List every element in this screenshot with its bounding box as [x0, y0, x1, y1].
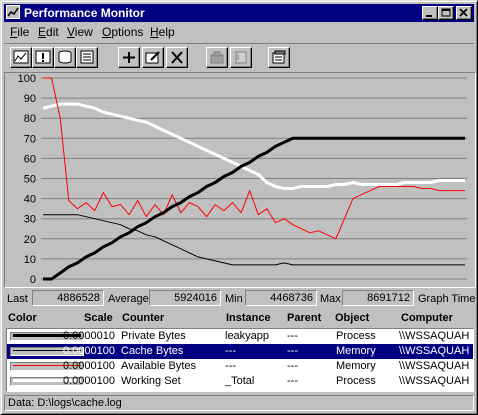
row-parent: --- — [287, 330, 298, 342]
row-instance: --- — [225, 360, 236, 372]
y-tick-label: 10 — [24, 254, 36, 266]
menu-view[interactable]: View — [67, 25, 93, 39]
y-tick-label: 80 — [24, 113, 36, 125]
options-icon — [272, 50, 286, 64]
y-tick-label: 90 — [24, 93, 36, 105]
update-now-icon — [210, 51, 224, 64]
legend-row[interactable]: 0.0000100 Available Bytes --- --- Memory… — [7, 359, 473, 374]
y-tick-label: 40 — [24, 194, 36, 206]
legend-header-scale: Scale — [84, 312, 113, 324]
legend-list[interactable]: 0.0000010 Private Bytes leakyapp --- Pro… — [6, 328, 474, 392]
statistics-bar: Last 4886528 Average 5924016 Min 4468736… — [4, 289, 476, 309]
menu-file[interactable]: File — [10, 25, 29, 39]
performance-chart: 1009080706050403020100 — [18, 73, 467, 286]
performance-monitor-window: Performance Monitor File Edit View Optio… — [0, 0, 478, 415]
y-tick-label: 30 — [24, 214, 36, 226]
menu-help[interactable]: Help — [150, 25, 175, 39]
max-label: Max — [320, 293, 341, 305]
row-computer: \\WSSAQUAH — [399, 360, 470, 372]
average-value: 5924016 — [149, 290, 221, 306]
row-parent: --- — [287, 360, 298, 372]
report-view-button[interactable] — [76, 47, 98, 68]
delete-counter-button[interactable] — [166, 47, 188, 68]
row-counter: Cache Bytes — [121, 345, 184, 357]
delete-counter-icon — [171, 51, 183, 64]
add-counter-button[interactable] — [118, 47, 140, 68]
log-view-icon — [58, 50, 72, 64]
row-parent: --- — [287, 375, 298, 387]
window-title: Performance Monitor — [24, 6, 145, 20]
last-label: Last — [7, 293, 28, 305]
max-value: 8691712 — [342, 290, 414, 306]
row-instance: leakyapp — [225, 330, 270, 342]
alert-view-button[interactable] — [32, 47, 54, 68]
chart-area: 100 90 80 70 60 50 40 30 20 10 0 — [4, 72, 476, 288]
y-tick-label: 20 — [24, 234, 36, 246]
y-tick-label: 60 — [24, 153, 36, 165]
legend-header-parent: Parent — [287, 312, 322, 324]
row-computer: \\WSSAQUAH — [399, 330, 470, 342]
legend-row[interactable]: 0.0000100 Cache Bytes --- --- Memory \\W… — [7, 344, 473, 359]
row-instance: --- — [225, 345, 236, 357]
average-label: Average — [108, 293, 149, 305]
y-tick-label: 50 — [24, 174, 36, 186]
legend-row[interactable]: 0.0000100 Working Set _Total --- Process… — [7, 374, 473, 389]
chart-view-button[interactable] — [10, 47, 32, 68]
row-object: Memory — [336, 345, 376, 357]
row-scale: 0.0000100 — [63, 375, 115, 387]
log-view-button[interactable] — [54, 47, 76, 68]
y-tick-label: 0 — [30, 274, 36, 286]
chart-view-icon — [13, 50, 29, 64]
row-object: Memory — [336, 360, 376, 372]
row-counter: Available Bytes — [121, 360, 197, 372]
status-text: Data: D:\logs\cache.log — [8, 397, 122, 409]
edit-counter-button[interactable] — [142, 47, 164, 68]
row-scale: 0.0000010 — [63, 330, 115, 342]
legend-header-instance: Instance — [226, 312, 271, 324]
row-scale: 0.0000100 — [63, 345, 115, 357]
alert-view-icon — [35, 50, 51, 64]
legend-header-color: Color — [8, 312, 37, 324]
menu-edit[interactable]: Edit — [38, 25, 59, 39]
update-now-button[interactable] — [206, 47, 228, 68]
menu-options[interactable]: Options — [102, 25, 143, 39]
row-object: Process — [336, 330, 376, 342]
minimize-button[interactable] — [422, 6, 438, 20]
row-scale: 0.0000100 — [63, 360, 115, 372]
row-counter: Working Set — [121, 375, 181, 387]
graph-time-label: Graph Time — [418, 293, 476, 305]
y-tick-label: 100 — [18, 73, 36, 85]
add-counter-icon — [123, 52, 135, 63]
status-bar: Data: D:\logs\cache.log — [4, 395, 474, 411]
report-view-icon — [80, 50, 94, 64]
y-tick-label: 70 — [24, 133, 36, 145]
options-button[interactable] — [268, 47, 290, 68]
row-computer: \\WSSAQUAH — [399, 345, 470, 357]
menu-bar: File Edit View Options Help — [4, 23, 474, 41]
legend-header-counter: Counter — [122, 312, 165, 324]
bookmark-icon — [235, 51, 247, 64]
min-value: 4468736 — [245, 290, 317, 306]
row-parent: --- — [287, 345, 298, 357]
row-object: Process — [336, 375, 376, 387]
row-computer: \\WSSAQUAH — [399, 375, 470, 387]
last-value: 4886528 — [32, 290, 104, 306]
title-bar[interactable]: Performance Monitor — [4, 4, 474, 22]
edit-counter-icon — [145, 51, 160, 64]
legend-header-computer: Computer — [401, 312, 453, 324]
close-button[interactable] — [456, 6, 472, 20]
row-instance: _Total — [225, 375, 255, 387]
row-counter: Private Bytes — [121, 330, 186, 342]
min-label: Min — [225, 293, 243, 305]
legend-panel: Color Scale Counter Instance Parent Obje… — [4, 310, 474, 394]
app-icon[interactable] — [6, 5, 20, 19]
bookmark-button[interactable] — [230, 47, 252, 68]
toolbar — [4, 43, 474, 73]
maximize-button[interactable] — [438, 6, 454, 20]
legend-header-object: Object — [335, 312, 370, 324]
legend-row[interactable]: 0.0000010 Private Bytes leakyapp --- Pro… — [7, 329, 473, 344]
